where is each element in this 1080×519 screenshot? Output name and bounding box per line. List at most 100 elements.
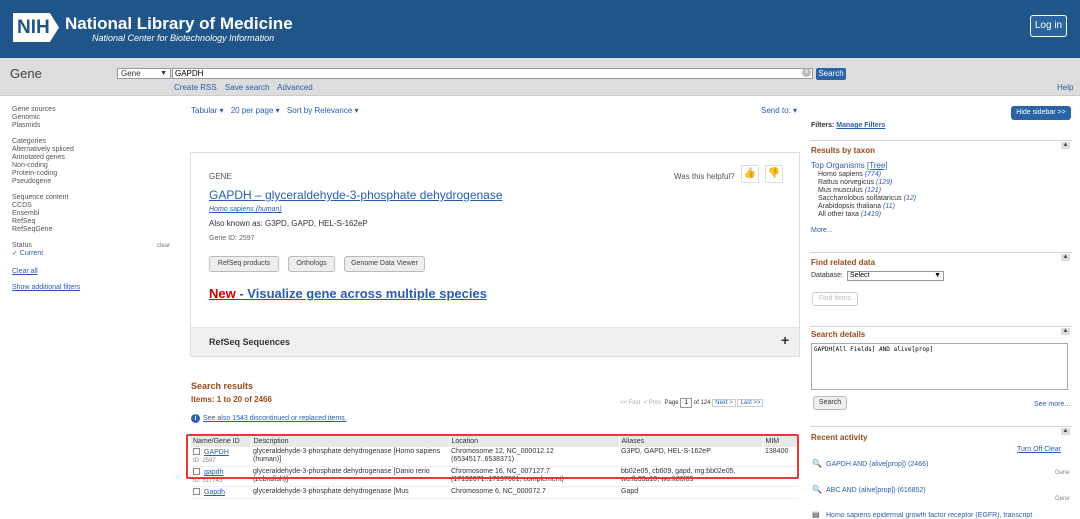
more-taxa-link[interactable]: More...: [811, 227, 833, 234]
refseq-sequences-section[interactable]: RefSeq Sequences +: [191, 327, 799, 356]
organism-link[interactable]: Homo sapiens (human): [209, 206, 282, 213]
advanced-link[interactable]: Advanced: [277, 83, 313, 92]
next-page-link[interactable]: Next >: [712, 399, 736, 407]
see-also-text: See also 1543 discontinued or replaced i…: [203, 415, 347, 422]
genome-data-viewer-button[interactable]: Genome Data Viewer: [344, 256, 425, 272]
sort-dropdown[interactable]: Sort by Relevance ▾: [287, 106, 359, 115]
gene-sensor-card: GENE Was this helpful? 👍 👎 GAPDH – glyce…: [190, 152, 800, 357]
collapse-icon[interactable]: ▲: [1061, 254, 1070, 261]
filter-genomic[interactable]: Genomic: [12, 114, 177, 122]
search-button[interactable]: Search: [816, 68, 846, 80]
activity-kind: Gene: [1055, 470, 1070, 476]
clear-all-link[interactable]: Clear all: [12, 268, 177, 276]
filter-annotated-genes[interactable]: Annotated genes: [12, 154, 177, 162]
pagination: << First < Prev Page 1 of 124 Next > Las…: [620, 398, 764, 408]
save-search-link[interactable]: Save search: [225, 83, 269, 92]
details-search-button[interactable]: Search: [813, 396, 847, 410]
top-organisms-row: Top Organisms [Tree]: [811, 161, 888, 170]
taxon-item[interactable]: Arabidopsis thaliana (11): [818, 203, 916, 211]
taxon-name: Arabidopsis thaliana: [818, 203, 882, 210]
helpful-prompt: Was this helpful?: [674, 172, 735, 181]
filter-alternatively-spliced[interactable]: Alternatively spliced: [12, 146, 177, 154]
manage-filters-link[interactable]: Manage Filters: [836, 122, 885, 129]
gene-name-link[interactable]: Gapdh: [204, 489, 225, 496]
orthologs-button[interactable]: Orthologs: [288, 256, 335, 272]
filter-refseqgene[interactable]: RefSeqGene: [12, 226, 177, 234]
visualize-gene-link[interactable]: New - Visualize gene across multiple spe…: [209, 286, 487, 301]
per-page-dropdown[interactable]: 20 per page ▾: [231, 106, 280, 115]
hide-sidebar-button[interactable]: Hide sidebar >>: [1011, 106, 1071, 120]
search-icon: 🔍: [812, 459, 822, 468]
clear-activity-link[interactable]: Clear: [1044, 446, 1061, 453]
clear-status-link[interactable]: clear: [157, 242, 170, 250]
database-label: Database:: [811, 272, 843, 279]
prev-page-link[interactable]: < Prev: [644, 400, 662, 406]
highlight-box: [186, 434, 799, 479]
taxon-item[interactable]: Rattus norvegicus (129): [818, 179, 916, 187]
first-page-link[interactable]: << First: [620, 400, 640, 406]
search-links: Create RSS Save search Advanced: [174, 83, 319, 92]
expand-plus-icon[interactable]: +: [781, 332, 789, 348]
filter-heading-categories: Categories: [12, 138, 46, 145]
refseq-products-button[interactable]: RefSeq products: [209, 256, 279, 272]
filter-ensembl[interactable]: Ensembl: [12, 210, 177, 218]
info-icon: i: [191, 414, 200, 423]
search-details-textarea[interactable]: GAPDH[All Fields] AND alive[prop]: [811, 343, 1068, 390]
taxon-count: (11): [883, 203, 895, 210]
database-select[interactable]: Gene ▼: [117, 68, 171, 79]
login-button[interactable]: Log in: [1030, 15, 1067, 37]
row-mim: [763, 486, 799, 499]
collapse-icon[interactable]: ▲: [1061, 428, 1070, 435]
divider: [810, 426, 1072, 427]
filter-pseudogene[interactable]: Pseudogene: [12, 178, 177, 186]
top-organisms-link[interactable]: Top Organisms: [811, 161, 865, 170]
search-details-title: Search details: [811, 330, 866, 339]
show-additional-filters-link[interactable]: Show additional filters: [12, 284, 177, 292]
create-rss-link[interactable]: Create RSS: [174, 83, 217, 92]
find-items-button[interactable]: Find items: [812, 292, 858, 306]
page-number-input[interactable]: 1: [680, 398, 693, 408]
card-type-label: GENE: [209, 172, 232, 181]
taxon-item[interactable]: Saccharolobus solfataricus (12): [818, 195, 916, 203]
taxon-name: Homo sapiens: [818, 171, 863, 178]
row-checkbox[interactable]: [193, 488, 200, 495]
table-row: Gapdh glyceraldehyde-3-phosphate dehydro…: [191, 486, 799, 499]
clear-search-icon[interactable]: ×: [802, 68, 811, 77]
site-title[interactable]: National Library of Medicine: [65, 14, 293, 34]
gene-title-link[interactable]: GAPDH – glyceraldehyde-3-phosphate dehyd…: [209, 188, 503, 202]
display-controls: Tabular ▾ 20 per page ▾ Sort by Relevanc…: [191, 106, 364, 115]
row-aliases: Gapd: [619, 486, 763, 499]
filter-sidebar: Gene sources Genomic Plasmids Categories…: [12, 106, 177, 292]
activity-item[interactable]: GAPDH AND (alive[prop]) (2466): [826, 461, 928, 468]
taxon-name: Saccharolobus solfataricus: [818, 195, 902, 202]
thumbs-up-icon[interactable]: 👍: [741, 165, 759, 183]
filter-refseq[interactable]: RefSeq: [12, 218, 177, 226]
activity-item[interactable]: ABC AND (alive[prop]) (616852): [826, 487, 926, 494]
last-page-link[interactable]: Last >>: [737, 399, 764, 407]
taxon-item[interactable]: Mus musculus (121): [818, 187, 916, 195]
taxon-item[interactable]: All other taxa (1419): [818, 211, 916, 219]
see-also-link[interactable]: i See also 1543 discontinued or replaced …: [191, 414, 347, 423]
search-input[interactable]: GAPDH: [172, 68, 813, 79]
filter-ccds[interactable]: CCDS: [12, 202, 177, 210]
help-link[interactable]: Help: [1057, 83, 1073, 92]
collapse-icon[interactable]: ▲: [1061, 328, 1070, 335]
taxon-count: (121): [864, 187, 882, 194]
see-more-link[interactable]: See more...: [1034, 401, 1070, 408]
related-database-select[interactable]: Select ▼: [847, 271, 944, 281]
filter-non-coding[interactable]: Non-coding: [12, 162, 177, 170]
tree-link[interactable]: [Tree]: [867, 161, 888, 170]
nih-logo[interactable]: NIH: [13, 13, 59, 42]
search-results-title: Search results: [191, 381, 254, 391]
turn-off-link[interactable]: Turn Off: [1017, 446, 1042, 453]
filter-plasmids[interactable]: Plasmids: [12, 122, 177, 130]
format-dropdown[interactable]: Tabular ▾: [191, 106, 223, 115]
taxon-item[interactable]: Homo sapiens (774): [818, 171, 916, 179]
search-bar: Gene Gene ▼ GAPDH × Search Create RSS Sav…: [0, 58, 1080, 96]
filter-current[interactable]: ✓ Current: [12, 250, 177, 258]
thumbs-down-icon[interactable]: 👎: [765, 165, 783, 183]
filter-protein-coding[interactable]: Protein-coding: [12, 170, 177, 178]
send-to-dropdown[interactable]: Send to: ▾: [761, 106, 797, 115]
results-by-taxon-title: Results by taxon: [811, 146, 876, 155]
collapse-icon[interactable]: ▲: [1061, 142, 1070, 149]
